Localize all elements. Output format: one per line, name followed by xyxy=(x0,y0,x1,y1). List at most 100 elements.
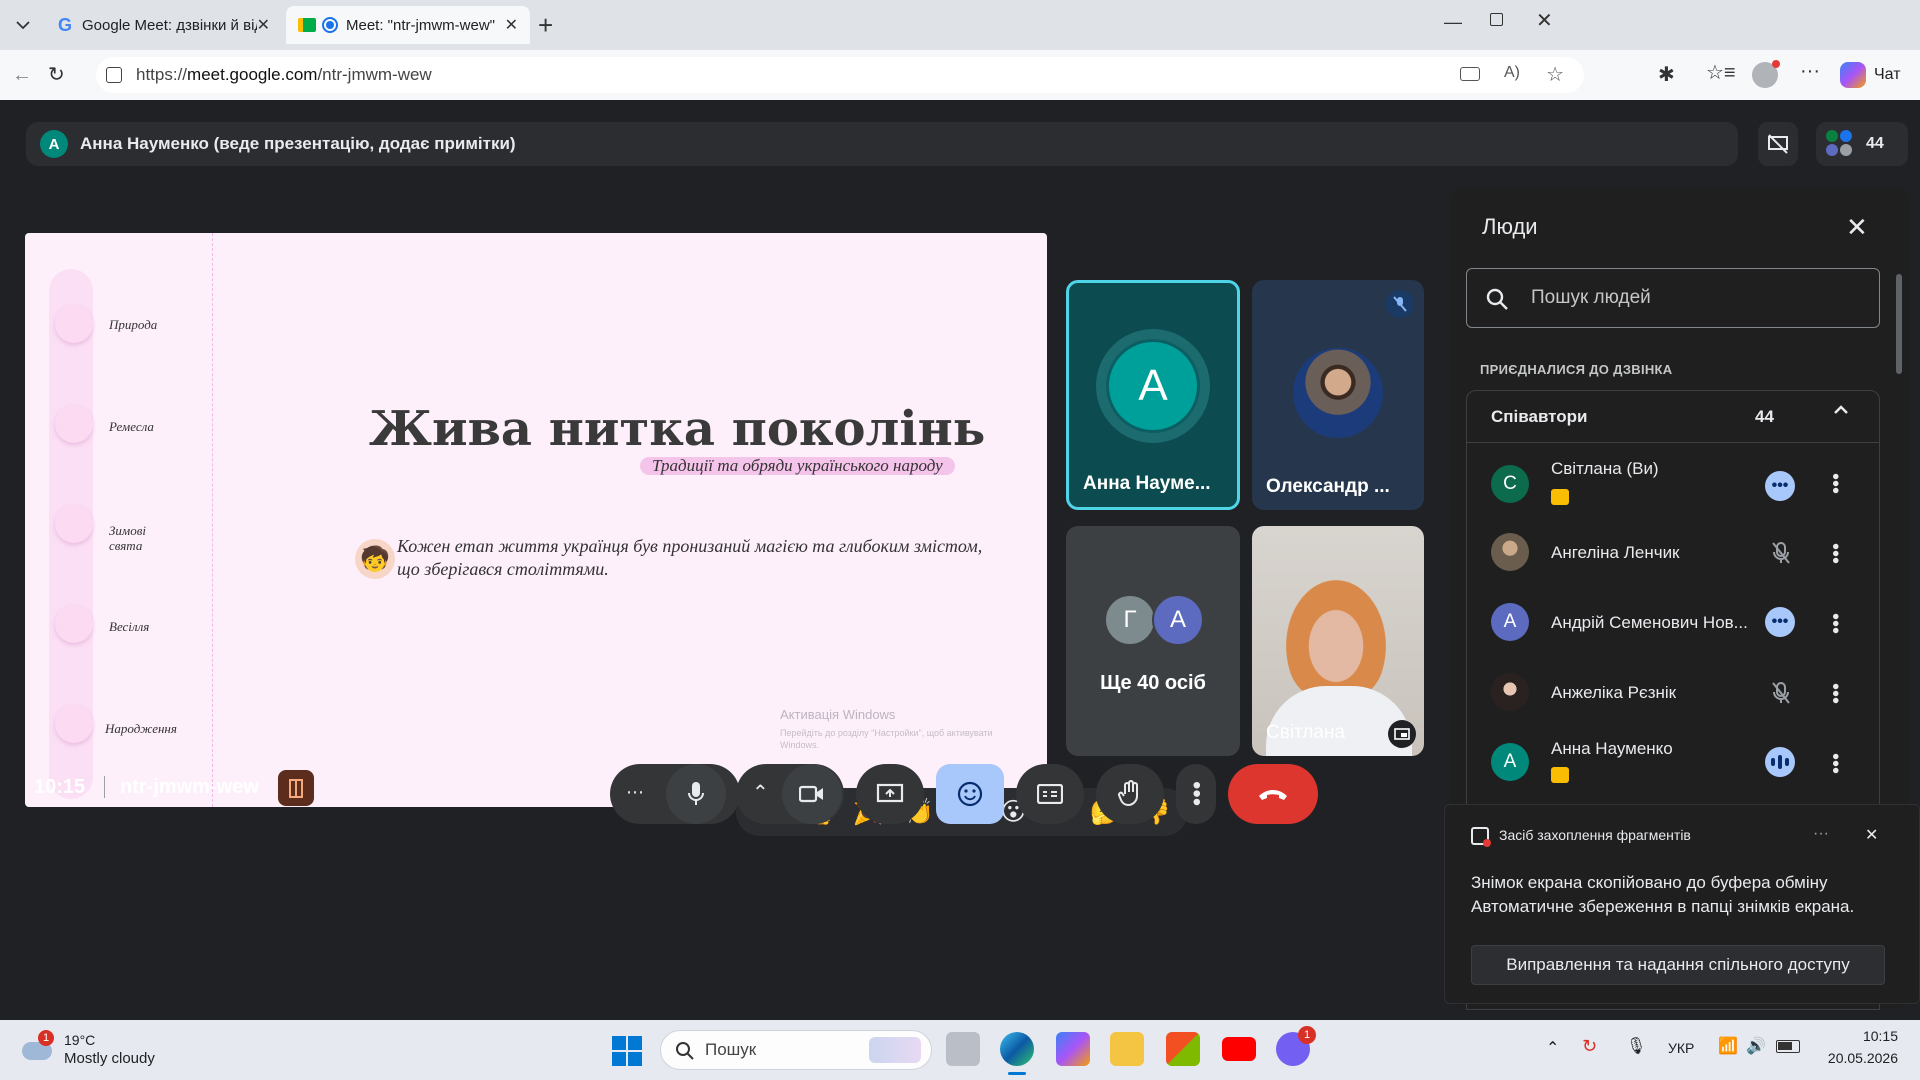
read-aloud-icon[interactable]: A) xyxy=(1504,64,1520,82)
browser-tab-bar: G Google Meet: дзвінки й відеоконф ✕ Mee… xyxy=(0,0,1920,50)
hide-presentation-button[interactable] xyxy=(1758,122,1798,166)
tray-chevron-icon[interactable]: ⌃ xyxy=(1546,1038,1559,1058)
person-name: Ангеліна Ленчик xyxy=(1551,543,1680,562)
notification-close-icon[interactable]: ✕ xyxy=(1865,825,1878,845)
close-panel-icon[interactable]: ✕ xyxy=(1846,212,1868,243)
maximize-icon[interactable] xyxy=(1490,13,1503,26)
close-window-icon[interactable]: ✕ xyxy=(1536,8,1553,33)
presentation-badge-icon xyxy=(1551,489,1569,505)
battery-icon[interactable] xyxy=(1776,1040,1800,1053)
pip-icon[interactable] xyxy=(1388,720,1416,748)
list-item[interactable]: А Анна Науменко ••• xyxy=(1467,727,1881,797)
profile-avatar[interactable] xyxy=(1752,60,1780,88)
favorites-icon[interactable]: ☆≡ xyxy=(1706,60,1736,85)
more-vert-icon[interactable]: ••• xyxy=(1824,753,1846,774)
start-button[interactable] xyxy=(612,1036,642,1066)
slide-nav-label: Народження xyxy=(105,721,177,736)
more-options-button[interactable]: ••• xyxy=(1176,764,1216,824)
back-icon[interactable]: ← xyxy=(12,64,32,87)
weather-widget[interactable]: 1 19°C Mostly cloudy xyxy=(20,1028,190,1072)
search-icon xyxy=(676,1042,694,1060)
more-vert-icon[interactable]: ••• xyxy=(1824,683,1846,704)
close-tab-icon[interactable]: ✕ xyxy=(257,15,270,35)
close-tab-icon[interactable]: ✕ xyxy=(505,15,518,35)
raise-hand-button[interactable] xyxy=(1096,764,1164,824)
participant-tile-svitlana[interactable]: Світлана xyxy=(1252,526,1424,756)
new-tab-icon[interactable]: + xyxy=(538,10,553,41)
file-explorer-icon[interactable] xyxy=(1110,1032,1144,1066)
list-item[interactable]: Анжеліка Рєзнік ••• xyxy=(1467,657,1881,727)
weather-temp: 19°C xyxy=(64,1032,96,1048)
more-participants-tile[interactable]: Г А Ще 40 осіб xyxy=(1066,526,1240,756)
tab-google-meet-home[interactable]: G Google Meet: дзвінки й відеоконф ✕ xyxy=(46,6,282,44)
taskbar-search-input[interactable]: Пошук xyxy=(660,1030,932,1070)
extensions-icon[interactable]: ✱ xyxy=(1658,62,1675,87)
meeting-code: ntr-jmwm-wew xyxy=(120,776,259,798)
windows-activation-watermark-text: Перейдіть до розділу "Настройки", щоб ак… xyxy=(780,728,993,750)
captions-button[interactable] xyxy=(1016,764,1084,824)
copilot-app-icon[interactable] xyxy=(1056,1032,1090,1066)
taskbar-time[interactable]: 10:15 xyxy=(1838,1028,1898,1044)
camera-in-use-icon[interactable] xyxy=(1460,67,1480,81)
camera-button[interactable] xyxy=(782,764,842,824)
chevron-up-icon[interactable] xyxy=(1833,405,1849,415)
more-status-icon[interactable]: ••• xyxy=(1765,607,1795,637)
more-menu-icon[interactable]: ··· xyxy=(1800,60,1820,83)
edge-browser-icon[interactable] xyxy=(1000,1032,1034,1075)
collaborators-group-header[interactable]: Співавтори 44 xyxy=(1467,391,1879,443)
microphone-button[interactable] xyxy=(666,764,726,824)
more-vert-icon[interactable]: ••• xyxy=(1824,473,1846,494)
person-name: Анна Науменко xyxy=(1551,739,1673,758)
microsoft-store-icon[interactable] xyxy=(1166,1032,1200,1066)
reload-icon[interactable]: ↻ xyxy=(48,62,65,87)
language-indicator[interactable]: УКР xyxy=(1668,1040,1694,1056)
list-item[interactable]: С Світлана (Ви) ••• ••• xyxy=(1467,447,1881,517)
youtube-icon[interactable] xyxy=(1222,1037,1256,1061)
volume-icon[interactable]: 🔊 xyxy=(1746,1036,1766,1056)
site-info-icon[interactable] xyxy=(106,67,122,83)
slide-nav-label: Весілля xyxy=(109,619,150,634)
viber-icon[interactable]: 1 xyxy=(1276,1026,1316,1066)
more-vert-icon[interactable]: ••• xyxy=(1824,543,1846,564)
mic-off-icon xyxy=(1772,542,1790,564)
reactions-button[interactable] xyxy=(936,764,1004,824)
participants-count-button[interactable]: 44 xyxy=(1816,122,1908,166)
more-status-icon[interactable]: ••• xyxy=(1765,471,1795,501)
url-host: meet.google.com xyxy=(187,65,318,84)
panel-scrollbar[interactable] xyxy=(1896,274,1902,374)
edit-and-share-button[interactable]: Виправлення та надання спільного доступу xyxy=(1471,945,1885,985)
copilot-chat-button[interactable]: Чат xyxy=(1840,62,1901,88)
participant-tile-oleksandr[interactable]: Олександр ... xyxy=(1252,280,1424,510)
video-shoulders xyxy=(1266,686,1412,756)
microphone-icon xyxy=(688,782,704,805)
slide-body-text: Кожен етап життя українця був пронизаний… xyxy=(397,536,983,579)
muted-mic-icon xyxy=(1386,290,1414,318)
people-search-input[interactable]: Пошук людей xyxy=(1466,268,1880,328)
notification-more-icon[interactable]: ··· xyxy=(1813,825,1829,843)
person-avatar: А xyxy=(1491,743,1529,781)
more-vert-icon[interactable]: ••• xyxy=(1824,613,1846,634)
child-illustration-icon: 🧒 xyxy=(355,539,395,579)
people-panel-title: Люди xyxy=(1482,214,1538,239)
tab-actions-icon[interactable] xyxy=(10,12,36,38)
sync-icon[interactable]: ↻ xyxy=(1582,1036,1597,1057)
favorite-star-icon[interactable]: ☆ xyxy=(1546,62,1564,87)
tray-mic-icon[interactable]: 🎙 xyxy=(1626,1036,1646,1056)
group-count: 44 xyxy=(1755,406,1774,426)
tab-meet-call[interactable]: Meet: "ntr-jmwm-wew" ✕ xyxy=(286,6,530,44)
windows-activation-watermark-title: Активація Windows xyxy=(780,707,896,722)
audio-options-icon[interactable]: ⋯ xyxy=(626,782,644,803)
list-item[interactable]: Ангеліна Ленчик ••• xyxy=(1467,517,1881,587)
host-controls-icon[interactable] xyxy=(278,770,314,806)
present-screen-button[interactable] xyxy=(856,764,924,824)
participant-tile-anna[interactable]: A Анна Науме... xyxy=(1066,280,1240,510)
video-options-icon[interactable]: ⌃ xyxy=(752,780,769,805)
url-field[interactable]: https://meet.google.com/ntr-jmwm-wew A) … xyxy=(96,57,1584,93)
wifi-icon[interactable]: 📶 xyxy=(1718,1036,1738,1056)
list-item[interactable]: А Андрій Семенович Нов... ••• ••• xyxy=(1467,587,1881,657)
taskbar-date[interactable]: 20.05.2026 xyxy=(1818,1050,1898,1066)
viber-badge: 1 xyxy=(1298,1026,1316,1044)
minimize-icon[interactable]: — xyxy=(1444,12,1462,33)
leave-call-button[interactable] xyxy=(1228,764,1318,824)
task-view-icon[interactable] xyxy=(946,1032,980,1066)
